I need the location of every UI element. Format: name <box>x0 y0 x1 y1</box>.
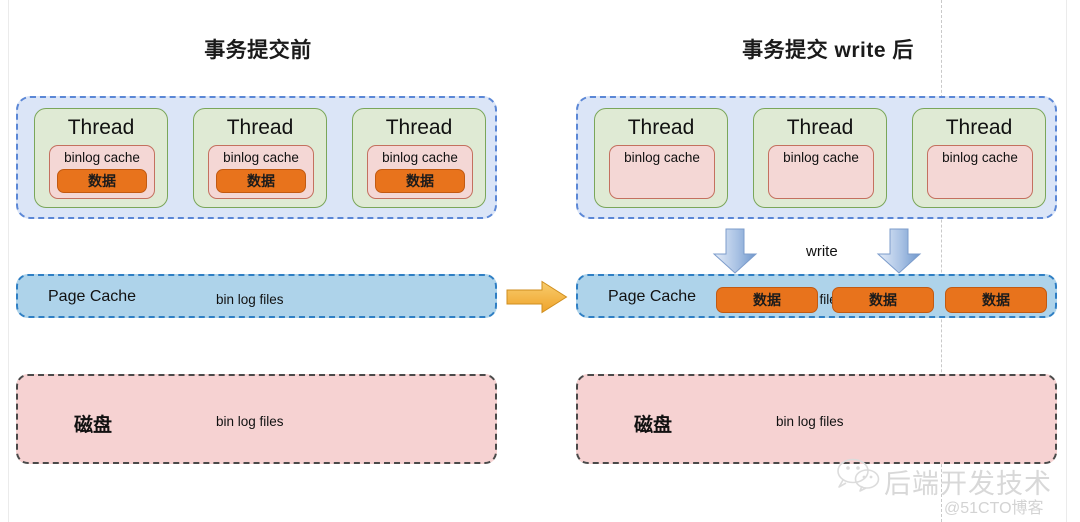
binlog-cache-label: binlog cache <box>624 150 700 165</box>
thread-box[interactable]: Thread binlog cache 数据 <box>34 108 168 208</box>
binlog-cache-box[interactable]: binlog cache 数据 <box>367 145 473 199</box>
binlog-cache-label: binlog cache <box>783 150 859 165</box>
data-chip[interactable]: 数据 <box>375 169 465 193</box>
write-arrow-down-icon-right <box>876 228 922 274</box>
disk-label: 磁盘 <box>634 415 673 436</box>
diagram-canvas: 事务提交前 Thread binlog cache 数据 Thread binl… <box>0 0 1080 522</box>
thread-box[interactable]: Thread binlog cache 数据 <box>352 108 486 208</box>
disk-files-label: bin log files <box>216 414 284 429</box>
disk-label: 磁盘 <box>74 415 113 436</box>
thread-label: Thread <box>786 116 854 139</box>
binlog-cache-box[interactable]: binlog cache <box>609 145 715 199</box>
binlog-cache-label: binlog cache <box>382 150 458 165</box>
data-chip[interactable]: 数据 <box>57 169 147 193</box>
watermark-source: @51CTO博客 <box>944 500 1044 517</box>
data-chip[interactable]: 数据 <box>216 169 306 193</box>
guide-line-right <box>1066 0 1067 522</box>
thread-box[interactable]: Thread binlog cache <box>912 108 1046 208</box>
data-chip[interactable]: 数据 <box>716 287 818 313</box>
binlog-cache-label: binlog cache <box>64 150 140 165</box>
binlog-cache-label: binlog cache <box>942 150 1018 165</box>
write-label: write <box>806 243 838 260</box>
thread-label: Thread <box>67 116 135 139</box>
thread-label: Thread <box>627 116 695 139</box>
data-chip[interactable]: 数据 <box>945 287 1047 313</box>
binlog-cache-box[interactable]: binlog cache 数据 <box>49 145 155 199</box>
page-cache-label: Page Cache <box>608 288 697 305</box>
binlog-cache-box[interactable]: binlog cache <box>927 145 1033 199</box>
thread-box[interactable]: Thread binlog cache <box>753 108 887 208</box>
thread-box[interactable]: Thread binlog cache <box>594 108 728 208</box>
transition-arrow-icon <box>506 280 568 314</box>
panel-title-left: 事务提交前 <box>204 39 312 62</box>
thread-label: Thread <box>945 116 1013 139</box>
thread-label: Thread <box>385 116 453 139</box>
page-cache-files-label: bin log files <box>216 292 284 307</box>
thread-box[interactable]: Thread binlog cache 数据 <box>193 108 327 208</box>
binlog-cache-box[interactable]: binlog cache 数据 <box>208 145 314 199</box>
thread-label: Thread <box>226 116 294 139</box>
disk-files-label: bin log files <box>776 414 844 429</box>
binlog-cache-box[interactable]: binlog cache <box>768 145 874 199</box>
write-arrow-down-icon-left <box>712 228 758 274</box>
panel-title-right: 事务提交 write 后 <box>742 39 914 62</box>
binlog-cache-label: binlog cache <box>223 150 299 165</box>
data-chip[interactable]: 数据 <box>832 287 934 313</box>
guide-line-left <box>8 0 9 522</box>
page-cache-label: Page Cache <box>48 288 137 305</box>
